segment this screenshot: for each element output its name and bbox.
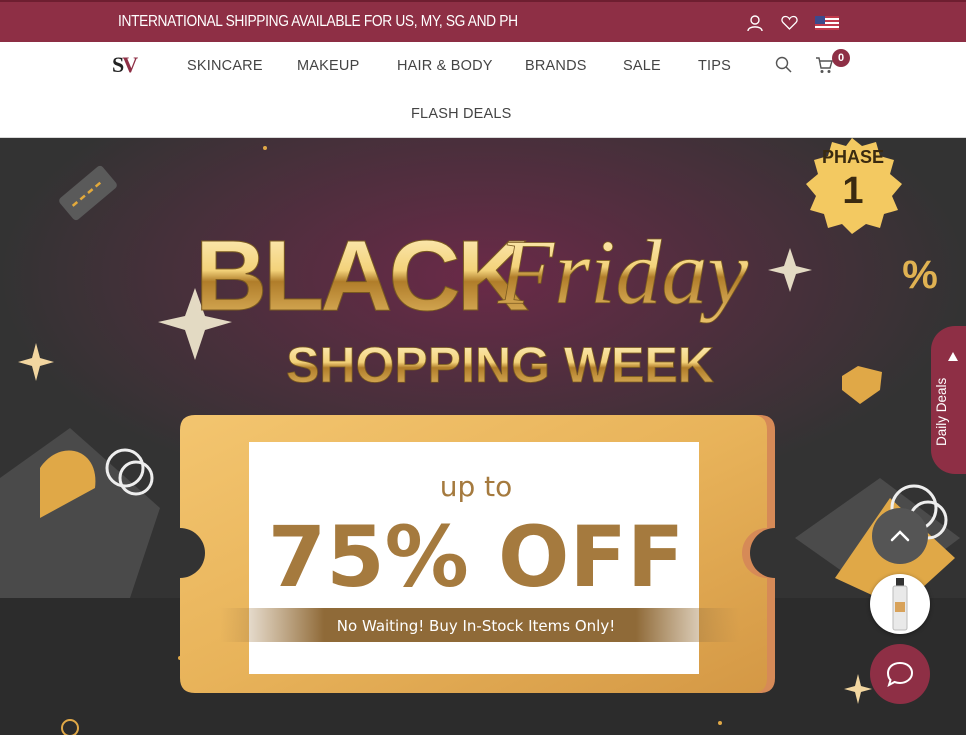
caret-up-icon (948, 352, 958, 361)
nav-item-tips[interactable]: TIPS (698, 58, 731, 74)
nav-item-makeup[interactable]: MAKEUP (297, 58, 359, 74)
product-bottle-image (892, 578, 908, 631)
title-friday: Friday (497, 221, 749, 323)
daily-deals-tab[interactable]: Daily Deals (931, 326, 966, 474)
nav-item-skincare[interactable]: SKINCARE (187, 58, 263, 74)
nav-item-hair-body[interactable]: HAIR & BODY (397, 58, 493, 74)
top-announcement-bar: INTERNATIONAL SHIPPING AVAILABLE FOR US,… (0, 0, 966, 42)
title-shopping-week: SHOPPING WEEK (286, 337, 714, 393)
percent-deco: % (902, 253, 938, 297)
hero-artwork: PHASE 1 % BLACK Friday SHOPPING WEEK up … (0, 138, 966, 735)
recent-product-thumbnail[interactable] (870, 574, 930, 634)
user-icon[interactable] (746, 14, 764, 37)
phase-number: 1 (842, 170, 863, 212)
search-icon[interactable] (775, 56, 792, 78)
title-black: BLACK (195, 220, 529, 332)
nav-item-brands[interactable]: BRANDS (525, 58, 587, 74)
us-flag-icon[interactable] (815, 16, 839, 35)
cart-count-badge: 0 (832, 49, 850, 67)
ticket-note: No Waiting! Buy In-Stock Items Only! (337, 617, 615, 635)
phase-label: PHASE (822, 147, 884, 167)
heart-icon[interactable] (781, 14, 798, 36)
ticket-discount: 75% OFF (268, 508, 684, 606)
cart-icon[interactable] (815, 57, 833, 79)
ticket-upto: up to (440, 470, 513, 503)
scroll-to-top-button[interactable] (872, 508, 928, 564)
chat-support-button[interactable] (870, 644, 930, 704)
shipping-notice: INTERNATIONAL SHIPPING AVAILABLE FOR US,… (118, 13, 518, 30)
site-logo[interactable]: SV (112, 52, 138, 78)
main-navigation: SV SKINCARE MAKEUP HAIR & BODY BRANDS SA… (0, 42, 966, 138)
daily-deals-label: Daily Deals (934, 377, 949, 446)
chevron-up-icon (890, 530, 910, 542)
chat-bubble-icon (886, 661, 914, 688)
nav-item-sale[interactable]: SALE (623, 58, 661, 74)
black-friday-hero-banner[interactable]: PHASE 1 % BLACK Friday SHOPPING WEEK up … (0, 138, 966, 735)
nav-item-flash-deals[interactable]: FLASH DEALS (411, 106, 512, 122)
